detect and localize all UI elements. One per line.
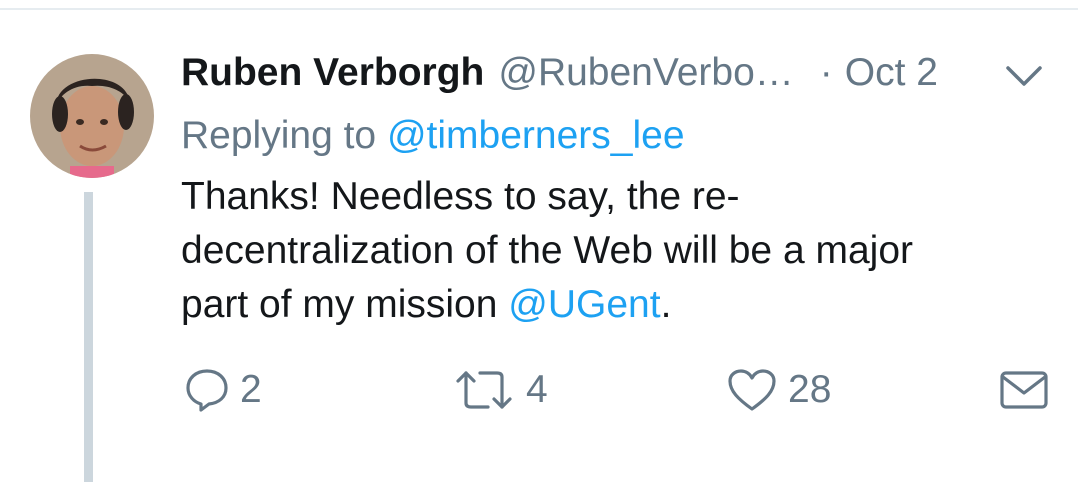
avatar[interactable]	[30, 54, 154, 178]
replying-to: Replying to @timberners_lee	[181, 114, 685, 158]
tweet-text-line: decentralization of the Web will be a ma…	[181, 229, 913, 272]
direct-message-button[interactable]	[998, 360, 1050, 420]
like-count: 28	[788, 368, 832, 411]
heart-icon	[726, 367, 778, 413]
reply-button[interactable]: 2	[184, 360, 262, 420]
replying-to-label: Replying to	[181, 114, 377, 157]
author-display-name[interactable]: Ruben Verborgh	[181, 51, 484, 95]
tweet-text-fragment: .	[660, 283, 672, 326]
separator-dot: ·	[819, 51, 833, 94]
tweet-text-line: Thanks! Needless to say, the re-	[181, 175, 740, 218]
replying-to-mention[interactable]: @timberners_lee	[387, 114, 685, 157]
envelope-icon	[998, 367, 1050, 413]
retweet-button[interactable]: 4	[452, 360, 548, 420]
tweet-text-fragment: part of my mission	[181, 283, 509, 326]
reply-count: 2	[240, 368, 262, 411]
retweet-icon	[452, 367, 516, 413]
reply-icon	[184, 367, 230, 413]
tweet-text: Thanks! Needless to say, the re- decentr…	[181, 170, 1041, 332]
top-divider	[0, 8, 1078, 10]
thread-line	[84, 192, 93, 482]
tweet-date[interactable]: Oct 2	[845, 51, 938, 95]
tweet-actions: 2 4 28	[0, 360, 1078, 420]
retweet-count: 4	[526, 368, 548, 411]
tweet-header: Ruben Verborgh @RubenVerbo… · Oct 2	[181, 50, 938, 96]
ugent-mention[interactable]: @UGent	[508, 283, 660, 326]
author-handle[interactable]: @RubenVerbo…	[498, 51, 793, 95]
tweet-text-line: part of my mission @UGent.	[181, 278, 1041, 332]
chevron-down-icon[interactable]	[1000, 58, 1048, 94]
like-button[interactable]: 28	[726, 360, 831, 420]
